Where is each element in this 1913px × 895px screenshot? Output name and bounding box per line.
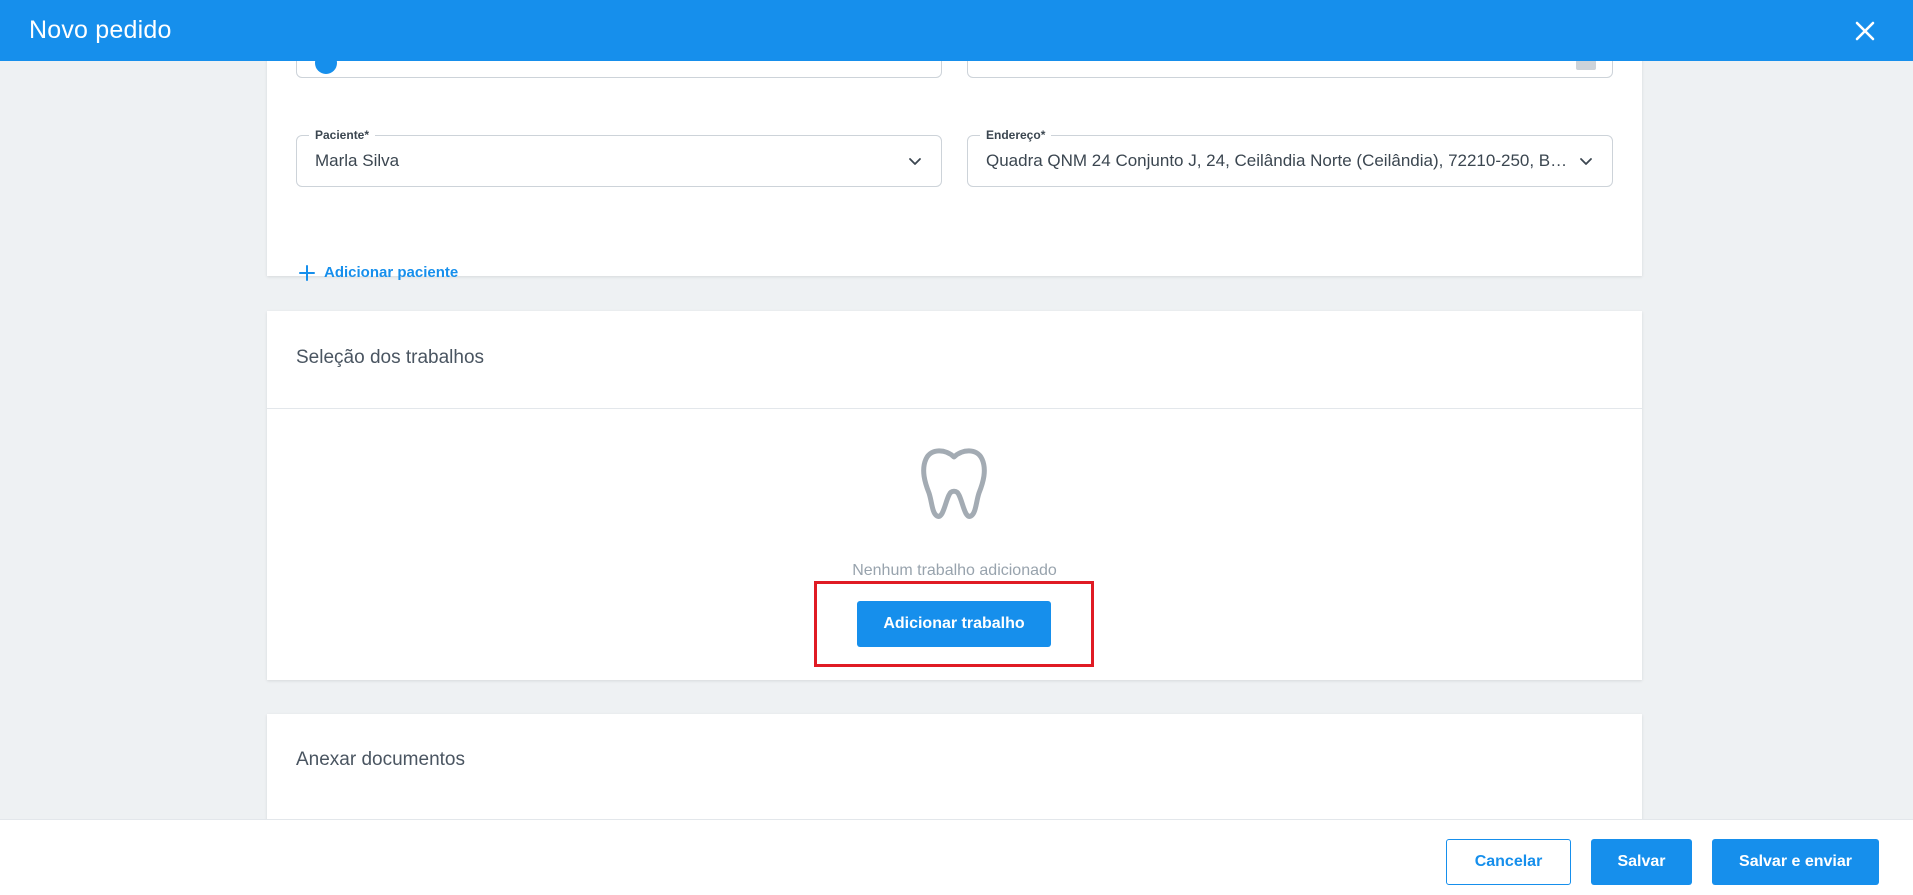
works-divider — [267, 408, 1642, 409]
patient-card: Paciente* Marla Silva Endereço* Quadra Q… — [267, 61, 1642, 281]
tooth-icon — [921, 448, 987, 519]
close-button[interactable] — [1851, 17, 1879, 45]
address-label-text: Endereço — [986, 128, 1041, 142]
address-value: Quadra QNM 24 Conjunto J, 24, Ceilândia … — [986, 151, 1568, 170]
avatar — [315, 61, 337, 74]
add-patient-button[interactable]: Adicionar paciente — [299, 264, 458, 281]
documents-section-title: Anexar documentos — [296, 749, 465, 770]
patient-select[interactable]: Paciente* Marla Silva — [296, 127, 942, 187]
documents-card: Anexar documentos — [267, 714, 1642, 819]
works-section-title: Seleção dos trabalhos — [296, 347, 485, 368]
save-and-send-button[interactable]: Salvar e enviar — [1712, 839, 1879, 885]
address-required-mark: * — [1040, 128, 1046, 142]
patient-label: Paciente* — [309, 127, 376, 143]
modal-header: Novo pedido — [0, 0, 1913, 61]
patient-value: Marla Silva — [315, 151, 400, 170]
address-select[interactable]: Endereço* Quadra QNM 24 Conjunto J, 24, … — [967, 127, 1613, 187]
address-label: Endereço* — [980, 127, 1052, 143]
chevron-down-icon — [1580, 158, 1592, 165]
date-field[interactable] — [967, 61, 1613, 78]
modal-title: Novo pedido — [29, 16, 172, 44]
plus-icon — [299, 264, 315, 281]
modal-footer: Cancelar Salvar Salvar e enviar — [0, 819, 1913, 895]
add-work-button[interactable]: Adicionar trabalho — [857, 601, 1051, 647]
chevron-down-icon — [909, 158, 921, 165]
works-card: Seleção dos trabalhos Nenhum trabalho ad… — [267, 311, 1642, 680]
dentist-field[interactable] — [296, 61, 942, 78]
patient-label-text: Paciente — [315, 128, 365, 142]
cancel-button[interactable]: Cancelar — [1446, 839, 1571, 885]
patient-required-mark: * — [364, 128, 370, 142]
add-patient-label: Adicionar paciente — [324, 264, 459, 281]
close-icon — [1855, 21, 1875, 40]
calendar-icon — [1576, 61, 1596, 70]
save-button[interactable]: Salvar — [1591, 839, 1692, 885]
empty-state-text: Nenhum trabalho adicionado — [852, 562, 1057, 579]
modal-body[interactable]: Paciente* Marla Silva Endereço* Quadra Q… — [0, 61, 1913, 819]
